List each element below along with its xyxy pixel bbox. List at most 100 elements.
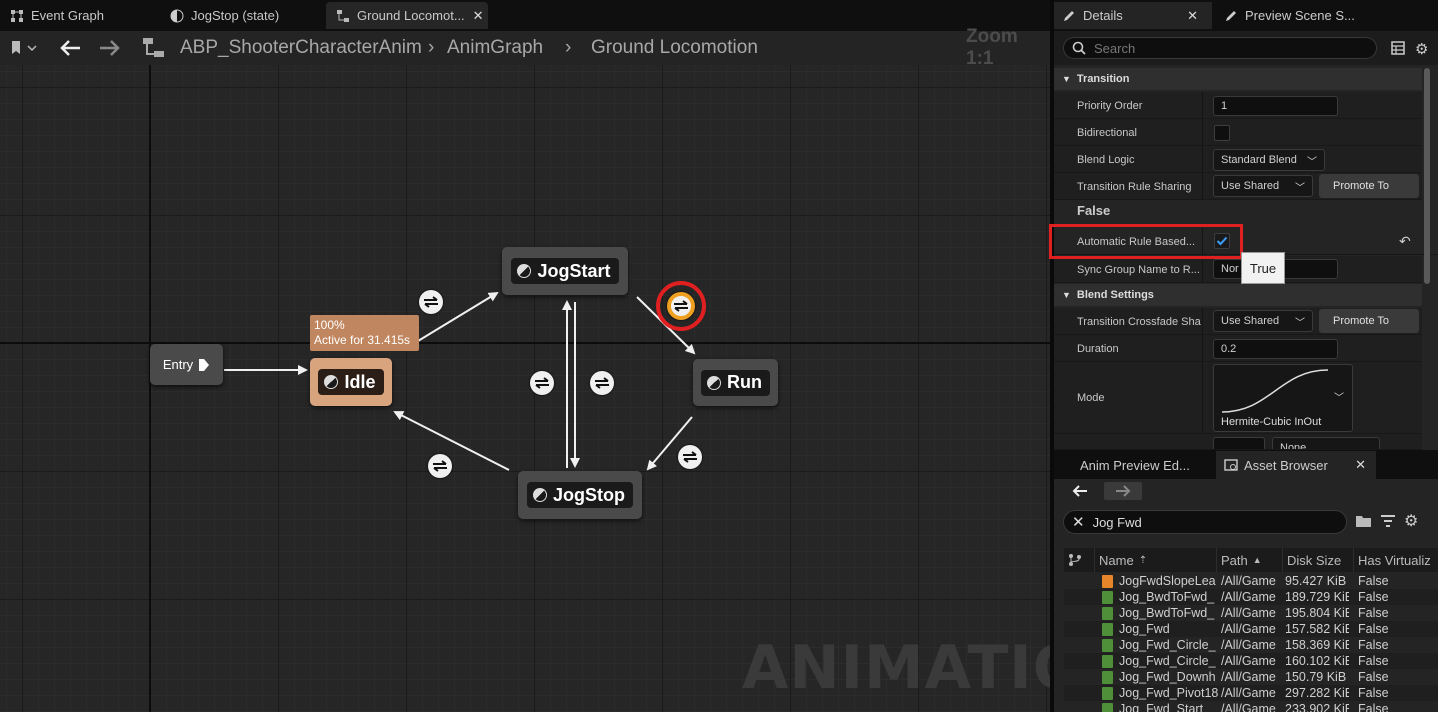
- tab-jogstop-state[interactable]: JogStop (state): [160, 2, 322, 29]
- state-node-jogstart[interactable]: JogStart: [502, 247, 628, 295]
- column-header-path[interactable]: Path ▲: [1216, 548, 1282, 572]
- blend-logic-dropdown[interactable]: Standard Blend ﹀: [1213, 149, 1325, 171]
- transition-rule-icon[interactable]: [530, 371, 554, 395]
- property-rule-sharing: Transition Rule Sharing Use Shared ﹀ Pro…: [1054, 173, 1422, 200]
- tab-label: Preview Scene S...: [1245, 8, 1355, 23]
- tab-anim-preview-editor[interactable]: Anim Preview Ed...: [1072, 451, 1212, 479]
- transition-rule-icon[interactable]: [678, 445, 702, 469]
- tab-ground-locomotion[interactable]: Ground Locomot... ✕: [326, 2, 488, 29]
- asset-disk-size: 157.582 KiE: [1285, 622, 1349, 636]
- details-scrollbar[interactable]: [1424, 68, 1430, 284]
- property-partial-row: None: [1054, 434, 1422, 450]
- property-crossfade-sharing: Transition Crossfade Sha Use Shared ﹀ Pr…: [1054, 308, 1422, 335]
- tab-details[interactable]: Details ✕: [1054, 2, 1212, 29]
- folder-icon[interactable]: [1355, 514, 1373, 531]
- table-row[interactable]: Jog_Fwd_Circle_ /All/Game 160.102 KiE False: [1064, 653, 1438, 669]
- promote-to-button[interactable]: Promote To: [1319, 174, 1419, 198]
- tab-preview-scene[interactable]: Preview Scene S...: [1216, 2, 1376, 29]
- state-icon: [707, 375, 721, 390]
- asset-search-input[interactable]: ✕ Jog Fwd: [1063, 510, 1347, 534]
- reset-to-default-icon[interactable]: ↶: [1399, 233, 1411, 250]
- blend-mode-picker[interactable]: Hermite-Cubic InOut ﹀: [1213, 364, 1353, 432]
- jogstop-to-idle-wire: [393, 411, 510, 471]
- settings-gear-icon[interactable]: ⚙: [1415, 40, 1428, 58]
- column-label: Name: [1099, 552, 1134, 568]
- tab-event-graph[interactable]: Event Graph: [0, 2, 158, 29]
- state-node-jogstop[interactable]: JogStop: [518, 471, 642, 519]
- state-label: Idle: [344, 371, 376, 392]
- asset-browser-icon: [1224, 459, 1238, 471]
- table-row[interactable]: Jog_Fwd_Pivot18/All/Game 297.282 KiE False: [1064, 685, 1438, 701]
- back-arrow-icon[interactable]: [1072, 484, 1088, 501]
- filter-icon[interactable]: [1380, 514, 1396, 531]
- priority-order-input[interactable]: 1: [1213, 96, 1338, 116]
- partial-input[interactable]: [1213, 437, 1265, 449]
- category-transition[interactable]: ▼ Transition: [1054, 68, 1422, 90]
- entry-node[interactable]: Entry: [150, 344, 223, 385]
- duration-input[interactable]: 0.2: [1213, 339, 1338, 359]
- state-machine-graph[interactable]: Entry 100% Active for 31.415s Idle JogSt…: [0, 65, 1050, 712]
- curve-preview-icon: [1221, 369, 1329, 413]
- rule-sharing-dropdown[interactable]: Use Shared ﹀: [1213, 175, 1313, 197]
- table-row[interactable]: Jog_Fwd/All/Game 157.582 KiE False: [1064, 621, 1438, 637]
- close-icon[interactable]: ✕: [1355, 457, 1366, 473]
- clear-search-icon[interactable]: ✕: [1072, 513, 1085, 531]
- tab-asset-browser[interactable]: Asset Browser ✕: [1216, 451, 1376, 479]
- transition-rule-icon[interactable]: [428, 454, 452, 478]
- table-row[interactable]: Jog_Fwd_Circle_ /All/Game 158.369 KiE False: [1064, 637, 1438, 653]
- breadcrumb-animgraph[interactable]: AnimGraph: [447, 31, 543, 65]
- back-arrow-icon[interactable]: [60, 31, 82, 65]
- table-row[interactable]: Jog_BwdToFwd_ /All/Game 189.729 KiE False: [1064, 589, 1438, 605]
- details-panel: Details ✕ Preview Scene S... Search ⚙ ▼ …: [1049, 0, 1438, 450]
- category-label: Transition: [1076, 73, 1130, 85]
- pencil-icon: [1226, 10, 1236, 21]
- state-node-idle[interactable]: Idle: [310, 358, 392, 406]
- asset-virtualized: False: [1358, 574, 1389, 588]
- close-icon[interactable]: ✕: [1187, 8, 1198, 24]
- breadcrumb-anim-blueprint[interactable]: ABP_ShooterCharacterAnim: [180, 31, 422, 65]
- asset-disk-size: 150.79 KiB: [1285, 670, 1347, 684]
- forward-arrow-icon[interactable]: [98, 31, 120, 65]
- tab-label: Details: [1083, 8, 1123, 23]
- close-icon[interactable]: ✕: [473, 8, 484, 24]
- pencil-icon: [1064, 10, 1074, 21]
- partial-dropdown[interactable]: None: [1272, 437, 1380, 449]
- asset-name: Jog_Fwd_Circle_: [1119, 654, 1216, 668]
- property-sync-group: Sync Group Name to R... Nor: [1054, 256, 1422, 283]
- asset-disk-size: 95.427 KiB: [1285, 574, 1347, 588]
- document-tab-bar: Event Graph JogStop (state) Ground Locom…: [0, 0, 1050, 31]
- transition-rule-icon[interactable]: [590, 371, 614, 395]
- table-row[interactable]: Jog_Fwd_Start_ /All/Game 233.902 KiE False: [1064, 701, 1438, 712]
- bidirectional-checkbox[interactable]: [1214, 125, 1230, 141]
- state-icon: [517, 264, 532, 278]
- animation-asset-icon: [1102, 575, 1113, 588]
- crossfade-sharing-dropdown[interactable]: Use Shared ﹀: [1213, 310, 1313, 332]
- transition-rule-icon[interactable]: [419, 290, 443, 314]
- details-search-input[interactable]: Search: [1063, 37, 1377, 59]
- table-row[interactable]: Jog_Fwd_Downh/All/Game 150.79 KiB False: [1064, 669, 1438, 685]
- column-label: Disk Size: [1287, 552, 1342, 568]
- property-label: Transition Crossfade Sha: [1077, 315, 1201, 328]
- column-header-name[interactable]: Name ⇡: [1094, 548, 1216, 572]
- selected-transition-icon[interactable]: [667, 292, 695, 320]
- animation-asset-icon: [1102, 639, 1113, 652]
- chevron-down-icon: ﹀: [1334, 393, 1344, 404]
- table-view-icon[interactable]: [1391, 41, 1405, 58]
- state-node-run[interactable]: Run: [693, 359, 778, 406]
- table-row[interactable]: JogFwdSlopeLea/All/Game 95.427 KiB False: [1064, 573, 1438, 589]
- forward-button[interactable]: [1104, 482, 1142, 500]
- asset-name: Jog_Fwd_Downh: [1119, 670, 1216, 684]
- category-blend-settings[interactable]: ▼ Blend Settings: [1054, 284, 1422, 306]
- table-row[interactable]: Jog_BwdToFwd_ /All/Game 195.804 KiE False: [1064, 605, 1438, 621]
- promote-to-button[interactable]: Promote To: [1319, 309, 1419, 333]
- collapse-arrow-icon: ▼: [1062, 74, 1071, 84]
- graph-toolbar: ABP_ShooterCharacterAnim › AnimGraph › G…: [0, 26, 1050, 69]
- column-header-disk-size[interactable]: Disk Size: [1282, 548, 1353, 572]
- settings-gear-icon[interactable]: ⚙: [1404, 511, 1418, 531]
- column-header-virtualized[interactable]: Has Virtualiz: [1353, 548, 1438, 572]
- state-label: Run: [727, 372, 762, 392]
- rule-result-text: False: [1077, 203, 1111, 218]
- forward-arrow-icon: [1116, 485, 1131, 497]
- breadcrumb-ground-locomotion[interactable]: Ground Locomotion: [591, 31, 758, 65]
- bookmark-icon[interactable]: [10, 31, 38, 65]
